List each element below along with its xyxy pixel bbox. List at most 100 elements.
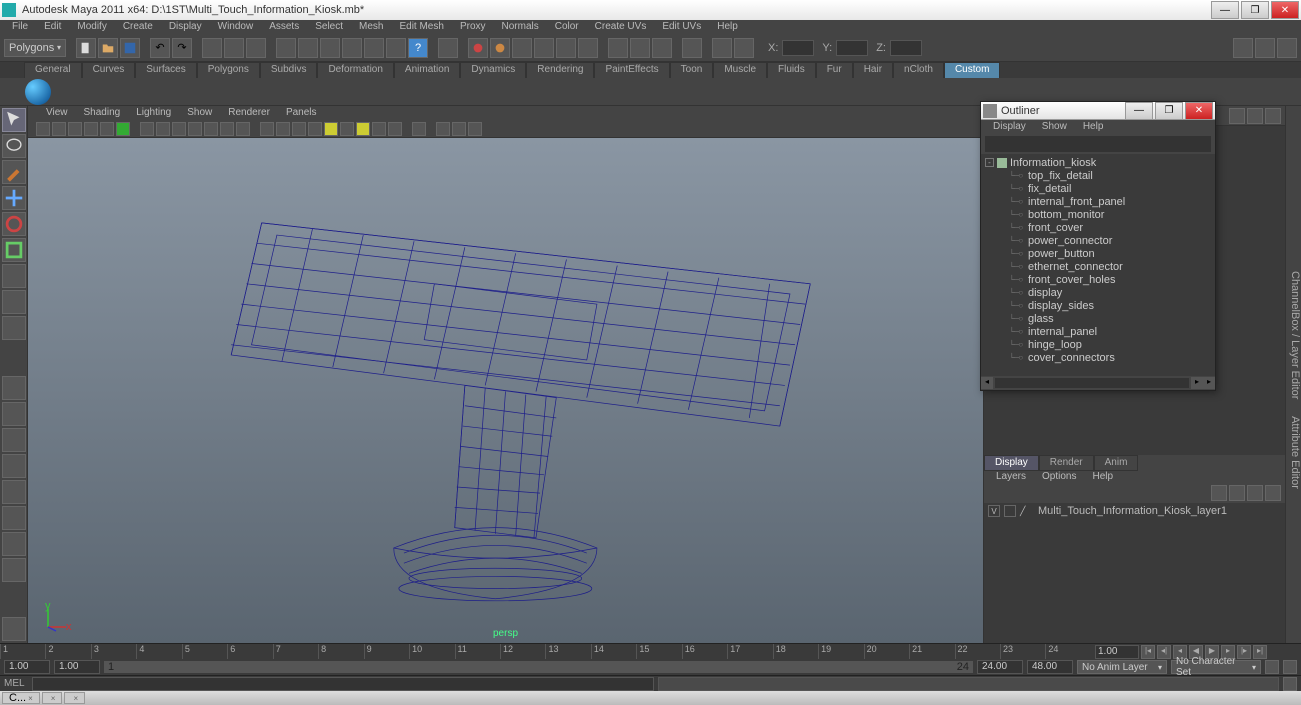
outliner-minimize-button[interactable]: — (1125, 102, 1153, 120)
layer-up-button[interactable] (1229, 485, 1245, 501)
layout-hyper-button[interactable] (2, 558, 26, 582)
vp-exp3[interactable] (468, 122, 482, 136)
last-tool-button[interactable] (2, 617, 26, 641)
menu-mesh[interactable]: Mesh (351, 20, 391, 34)
menu-normals[interactable]: Normals (494, 20, 547, 34)
help-button[interactable]: ? (408, 38, 428, 58)
shelf-tab-deformation[interactable]: Deformation (317, 62, 393, 78)
scroll-right-button[interactable]: ▸ (1191, 377, 1203, 389)
window-close-button[interactable]: ✕ (1271, 1, 1299, 19)
scroll-left-button[interactable]: ◂ (981, 377, 993, 389)
vp-smooth-all[interactable] (260, 122, 274, 136)
viewport[interactable]: y x persp (28, 138, 983, 643)
taskbar-item[interactable]: × (42, 692, 63, 704)
menu-proxy[interactable]: Proxy (452, 20, 494, 34)
vp-high-quality[interactable] (356, 122, 370, 136)
time-slider[interactable]: 123456789101112131415161718192021222324 … (0, 643, 1301, 659)
shelf-tab-fluids[interactable]: Fluids (767, 62, 816, 78)
command-input[interactable] (32, 677, 654, 691)
move-tool[interactable] (2, 186, 26, 210)
outliner-node[interactable]: └─○power_connector (981, 234, 1215, 247)
layout-1-button[interactable] (608, 38, 628, 58)
soft-mod-tool[interactable] (2, 290, 26, 314)
layer-row[interactable]: V ╱ Multi_Touch_Information_Kiosk_layer1 (984, 503, 1285, 519)
tab-attribute-editor[interactable]: Attribute Editor (1289, 416, 1301, 489)
outliner-maximize-button[interactable]: ❐ (1155, 102, 1183, 120)
menu-help[interactable]: Help (709, 20, 746, 34)
range-start-field[interactable]: 1.00 (4, 660, 50, 674)
layer-menu-options[interactable]: Options (1034, 471, 1084, 485)
shelf-tab-general[interactable]: General (24, 62, 82, 78)
menu-create[interactable]: Create (115, 20, 161, 34)
outliner-node[interactable]: └─○hinge_loop (981, 338, 1215, 351)
vp-wire-shaded[interactable] (292, 122, 306, 136)
shelf-tab-rendering[interactable]: Rendering (526, 62, 594, 78)
shelf-tab-fur[interactable]: Fur (816, 62, 853, 78)
shelf-tab-surfaces[interactable]: Surfaces (135, 62, 196, 78)
vp-exp2[interactable] (452, 122, 466, 136)
layout-three-button[interactable] (2, 480, 26, 504)
vp-2d-pan[interactable] (100, 122, 114, 136)
menu-window[interactable]: Window (210, 20, 262, 34)
show-manip-tool[interactable] (2, 316, 26, 340)
vp-exp1[interactable] (436, 122, 450, 136)
rotate-tool[interactable] (2, 212, 26, 236)
scroll-right-button2[interactable]: ▸ (1203, 377, 1215, 389)
sel-lock-button[interactable] (682, 38, 702, 58)
snap-plane-button[interactable] (342, 38, 362, 58)
lasso-tool[interactable] (2, 134, 26, 158)
layer-menu-layers[interactable]: Layers (988, 471, 1034, 485)
outliner-filter-input[interactable] (985, 136, 1211, 152)
vp-textured[interactable] (308, 122, 322, 136)
close-icon[interactable]: × (28, 694, 33, 703)
vp-lock-camera[interactable] (52, 122, 66, 136)
range-slider[interactable]: 124 (104, 661, 973, 673)
shelf-tab-polygons[interactable]: Polygons (197, 62, 260, 78)
outliner-menu-display[interactable]: Display (985, 120, 1034, 134)
vp-menu-lighting[interactable]: Lighting (128, 106, 179, 120)
menu-assets[interactable]: Assets (261, 20, 307, 34)
snap-grid-button[interactable] (276, 38, 296, 58)
layer-menu-help[interactable]: Help (1084, 471, 1121, 485)
coord-y-input[interactable] (836, 40, 868, 56)
outliner-node[interactable]: └─○power_button (981, 247, 1215, 260)
layer-new-button[interactable] (1211, 485, 1227, 501)
layer-type-toggle[interactable] (1004, 505, 1016, 517)
coord-x-input[interactable] (782, 40, 814, 56)
vp-image-plane[interactable] (84, 122, 98, 136)
outliner-close-button[interactable]: ✕ (1185, 102, 1213, 120)
menu-createuvs[interactable]: Create UVs (587, 20, 655, 34)
redo-button[interactable]: ↷ (172, 38, 192, 58)
scale-tool[interactable] (2, 238, 26, 262)
shelf-tab-hair[interactable]: Hair (853, 62, 893, 78)
right-dock-tabs[interactable]: ChannelBox / Layer Editor Attribute Edit… (1285, 106, 1301, 643)
layer-tab-anim[interactable]: Anim (1094, 455, 1139, 471)
outliner-node[interactable]: └─○glass (981, 312, 1215, 325)
save-scene-button[interactable] (120, 38, 140, 58)
render-seq-button[interactable] (556, 38, 576, 58)
vp-film-gate[interactable] (156, 122, 170, 136)
vp-bookmark[interactable] (68, 122, 82, 136)
layer-tab-display[interactable]: Display (984, 455, 1039, 471)
shelf-tab-muscle[interactable]: Muscle (713, 62, 767, 78)
shelf-tab-toon[interactable]: Toon (670, 62, 714, 78)
vp-safe-title[interactable] (220, 122, 234, 136)
layout-two-h-button[interactable] (2, 428, 26, 452)
open-scene-button[interactable] (98, 38, 118, 58)
taskbar-item[interactable]: C...× (2, 692, 40, 704)
anim-layer-selector[interactable]: No Anim Layer (1077, 660, 1167, 674)
layer-tab-render[interactable]: Render (1039, 455, 1094, 471)
snap-live-button[interactable] (364, 38, 384, 58)
window-maximize-button[interactable]: ❐ (1241, 1, 1269, 19)
snap-curve-button[interactable] (298, 38, 318, 58)
range-in-field[interactable]: 1.00 (54, 660, 100, 674)
coord-z-input[interactable] (890, 40, 922, 56)
vp-wireframe[interactable] (236, 122, 250, 136)
shelf-tab-curves[interactable]: Curves (82, 62, 136, 78)
layout-single-button[interactable] (2, 376, 26, 400)
vp-grease-pencil[interactable] (116, 122, 130, 136)
outliner-tree[interactable]: - Information_kiosk └─○top_fix_detail └─… (981, 154, 1215, 376)
vp-safe-action[interactable] (204, 122, 218, 136)
sel-object-button[interactable] (202, 38, 222, 58)
vp-menu-panels[interactable]: Panels (278, 106, 325, 120)
